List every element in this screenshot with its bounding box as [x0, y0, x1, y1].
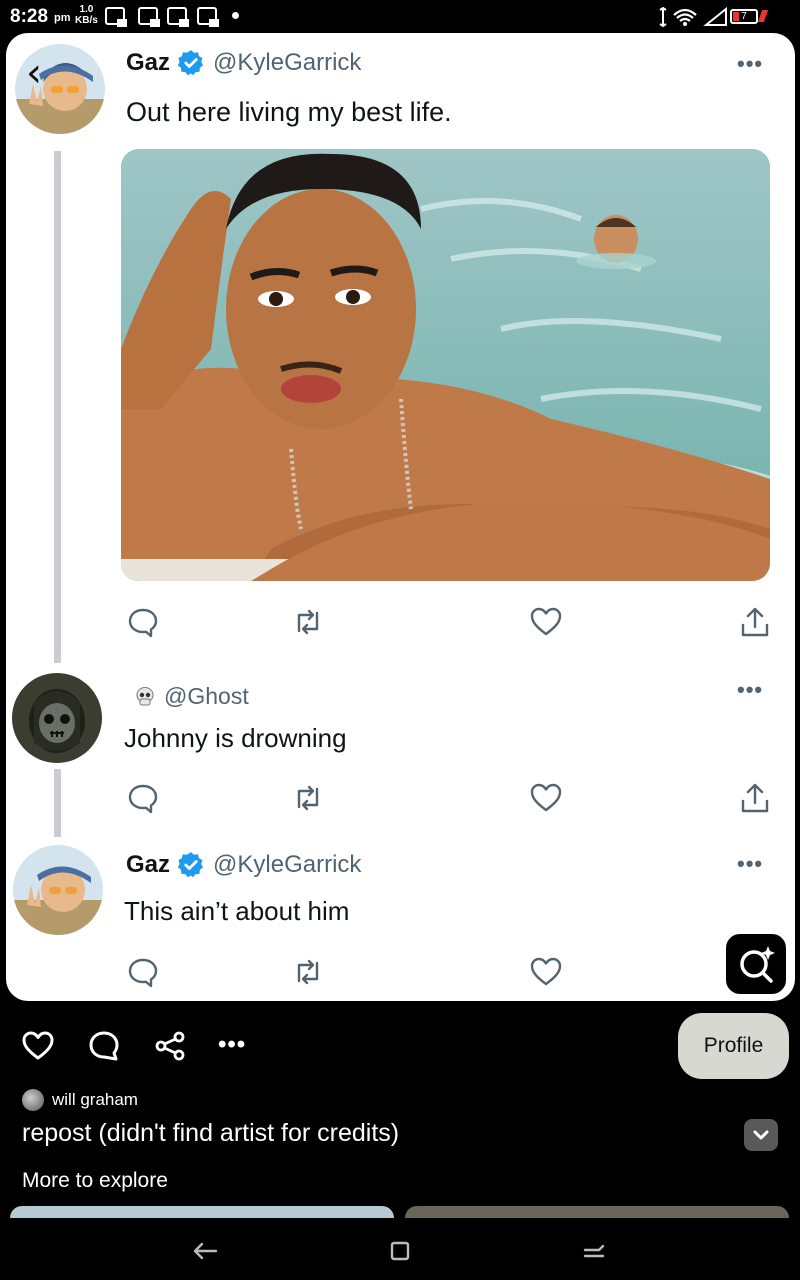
back-arrow-icon[interactable]: ‹: [26, 53, 66, 93]
notification-icon: [197, 7, 219, 27]
verified-badge-icon: [177, 50, 204, 76]
retweet-icon[interactable]: [291, 955, 325, 989]
tweet-text: Johnny is drowning: [124, 723, 347, 753]
lens-search-button[interactable]: [724, 932, 788, 996]
network-speed-unit: KB/s: [75, 15, 98, 26]
more-options-button[interactable]: •••: [218, 1031, 246, 1059]
tweet-header: Gaz @KyleGarrick: [126, 49, 361, 77]
share-icon[interactable]: [738, 605, 772, 639]
network-speed: 1.0 KB/s: [75, 4, 98, 26]
battery-level: 7: [741, 11, 747, 22]
profile-button[interactable]: Profile: [678, 1013, 789, 1079]
battery-icon: 7: [730, 9, 758, 24]
reply-icon[interactable]: [126, 605, 160, 639]
display-name[interactable]: Gaz: [126, 851, 170, 879]
status-ampm: pm: [54, 12, 71, 24]
system-nav-bar: [0, 1222, 800, 1280]
avatar-ghost[interactable]: [12, 673, 102, 763]
thread-line: [54, 151, 61, 663]
share-nodes-icon[interactable]: [153, 1029, 187, 1063]
like-icon[interactable]: [529, 781, 563, 815]
more-notifications-dot: [232, 12, 239, 19]
reply-icon[interactable]: [126, 955, 160, 989]
like-icon[interactable]: [529, 605, 563, 639]
username: will graham: [52, 1090, 138, 1109]
reply-icon[interactable]: [126, 781, 160, 815]
more-options-button[interactable]: •••: [737, 851, 763, 877]
network-speed-value: 1.0: [79, 4, 94, 15]
home-nav-icon[interactable]: [383, 1234, 417, 1268]
tweet-text: Out here living my best life.: [126, 97, 452, 127]
avatar-gaz[interactable]: [13, 845, 103, 935]
pinner-info[interactable]: will graham: [22, 1089, 138, 1111]
lens-search-icon: [740, 946, 775, 983]
more-options-button[interactable]: •••: [737, 677, 763, 703]
tweet-actions: [126, 781, 786, 821]
handle[interactable]: @KyleGarrick: [213, 851, 361, 879]
tweet-actions: [126, 605, 786, 645]
expand-button[interactable]: [744, 1119, 778, 1151]
like-icon[interactable]: [529, 955, 563, 989]
notification-icon: [167, 7, 189, 27]
notification-icon: [138, 7, 160, 27]
explore-thumbnail[interactable]: [10, 1206, 394, 1218]
tweet-media-image[interactable]: [121, 149, 770, 581]
display-name[interactable]: Gaz: [126, 49, 170, 77]
handle[interactable]: @KyleGarrick: [213, 49, 361, 77]
tweet-header: Gaz @KyleGarrick: [126, 851, 361, 879]
chevron-down-icon: [753, 1130, 769, 1140]
verified-badge-icon: [177, 852, 204, 878]
tweet-actions: [126, 955, 786, 995]
retweet-icon[interactable]: [291, 781, 325, 815]
retweet-icon[interactable]: [291, 605, 325, 639]
explore-thumbnail[interactable]: [405, 1206, 789, 1218]
more-to-explore-heading: More to explore: [22, 1169, 168, 1192]
notification-icon: [105, 7, 127, 27]
tweet-header: @Ghost: [134, 683, 249, 710]
status-bar: 8:28 pm 1.0 KB/s 7: [0, 0, 800, 34]
thread-line: [54, 769, 61, 837]
recents-nav-icon[interactable]: [577, 1234, 611, 1268]
tweet-text: This ain’t about him: [124, 896, 350, 926]
pin-title: repost (didn't find artist for credits): [22, 1119, 400, 1147]
comment-icon[interactable]: [87, 1029, 121, 1063]
skull-icon: [136, 686, 154, 705]
heart-icon[interactable]: [21, 1029, 55, 1063]
tweet-thread-card: ‹ Gaz @KyleGarrick ••• Out here living m…: [6, 33, 795, 1001]
more-options-button[interactable]: •••: [737, 51, 763, 77]
share-icon[interactable]: [738, 781, 772, 815]
status-time: 8:28: [10, 6, 49, 27]
handle[interactable]: @Ghost: [164, 683, 249, 710]
user-avatar: [22, 1089, 44, 1111]
back-nav-icon[interactable]: [188, 1234, 222, 1268]
